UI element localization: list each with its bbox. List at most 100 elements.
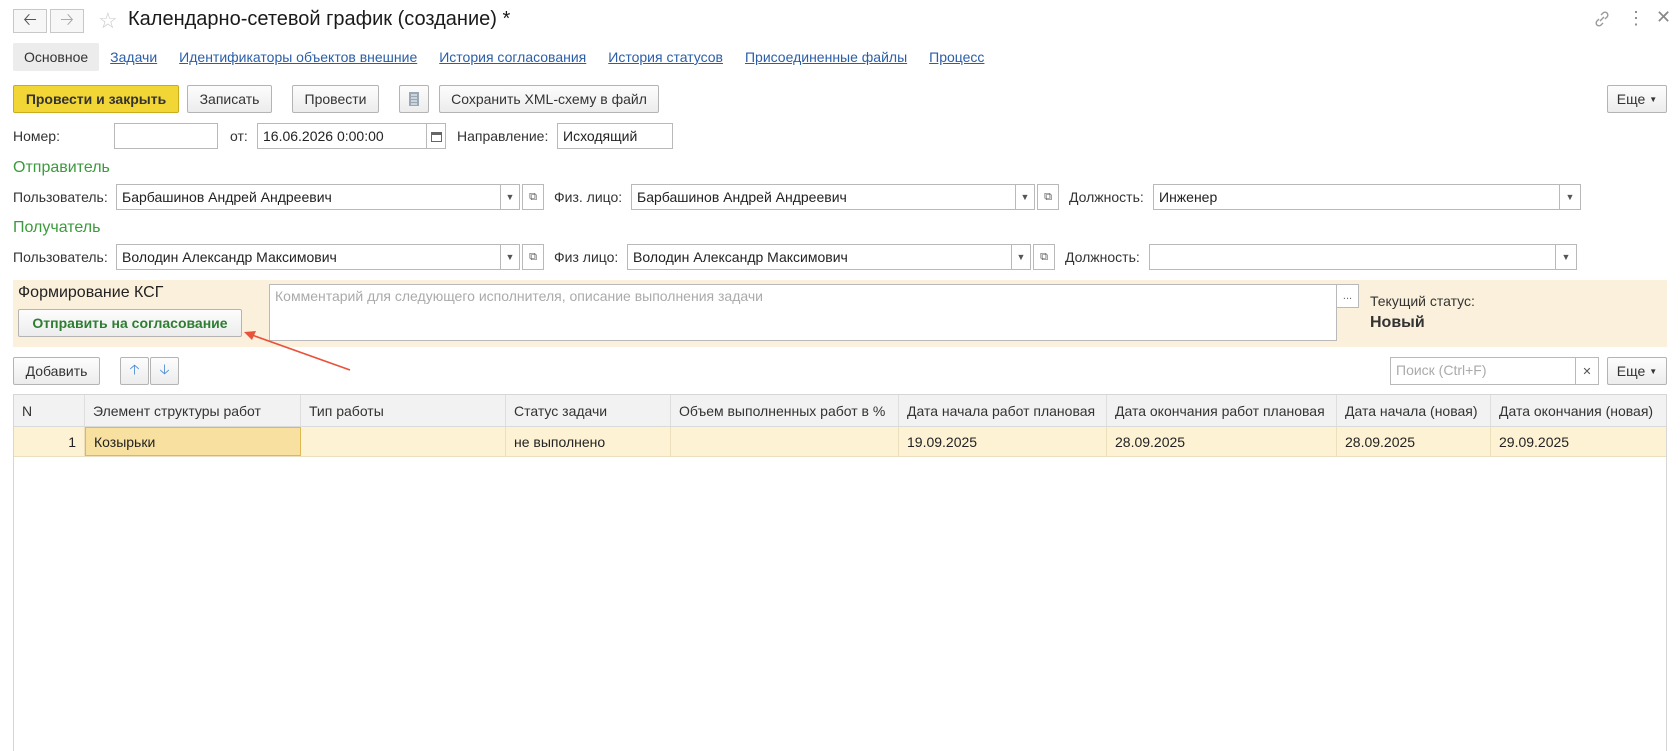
column-header[interactable]: Объем выполненных работ в % [671, 395, 899, 426]
sender-person-input[interactable]: Барбашинов Андрей Андреевич [631, 184, 1018, 210]
tab-tasks[interactable]: Задачи [99, 43, 168, 71]
report-button[interactable] [399, 85, 429, 113]
chevron-down-icon: ▼ [1020, 192, 1030, 202]
search-input[interactable]: Поиск (Ctrl+F) [1390, 357, 1576, 385]
recipient-position-dropdown[interactable]: ▼ [1555, 244, 1577, 270]
comment-expand-button[interactable]: ... [1336, 284, 1359, 308]
open-icon: ⧉ [529, 190, 537, 203]
sender-person-open[interactable]: ⧉ [1037, 184, 1059, 210]
chevron-down-icon: ▼ [1649, 366, 1658, 376]
arrow-down-icon: 🡣 [159, 361, 170, 377]
chevron-down-icon: ▼ [1016, 252, 1026, 262]
tab-bar: Основное Задачи Идентификаторы объектов … [13, 43, 995, 71]
comment-textarea[interactable]: Комментарий для следующего исполнителя, … [269, 284, 1337, 341]
work-type-cell[interactable] [301, 427, 506, 456]
open-icon: ⧉ [1044, 190, 1052, 203]
column-header[interactable]: Дата окончания (новая) [1491, 395, 1666, 426]
recipient-user-input[interactable]: Володин Александр Максимович [116, 244, 503, 270]
more-button[interactable]: Еще ▼ [1607, 85, 1667, 113]
date-input[interactable]: 16.06.2026 0:00:00 [257, 123, 427, 149]
annotation-arrow [244, 331, 351, 371]
sender-user-input[interactable]: Барбашинов Андрей Андреевич [116, 184, 503, 210]
column-header[interactable]: Дата начала (новая) [1337, 395, 1491, 426]
work-element-cell[interactable]: Козырьки [85, 427, 301, 456]
column-header[interactable]: Дата начала работ плановая [899, 395, 1107, 426]
recipient-user-open[interactable]: ⧉ [522, 244, 544, 270]
table-header: N Элемент структуры работ Тип работы Ста… [14, 395, 1666, 427]
search-clear-button[interactable]: ✕ [1575, 357, 1599, 385]
arrow-right-icon: 🡢 [60, 9, 74, 29]
planned-start-cell[interactable]: 19.09.2025 [899, 427, 1107, 456]
table-row[interactable]: 1 Козырьки не выполнено 19.09.2025 28.09… [14, 427, 1666, 457]
task-status-cell[interactable]: не выполнено [506, 427, 671, 456]
star-icon[interactable]: ☆ [98, 8, 118, 34]
move-down-button[interactable]: 🡣 [150, 357, 179, 385]
recipient-user-dropdown[interactable]: ▼ [500, 244, 520, 270]
save-xml-button[interactable]: Сохранить XML-схему в файл [439, 85, 659, 113]
more-label: Еще [1616, 91, 1646, 107]
table-more-label: Еще [1616, 363, 1646, 379]
column-header[interactable]: N [14, 395, 85, 426]
tab-status-history[interactable]: История статусов [597, 43, 734, 71]
column-header[interactable]: Дата окончания работ плановая [1107, 395, 1337, 426]
recipient-position-input[interactable] [1149, 244, 1556, 270]
sender-user-dropdown[interactable]: ▼ [500, 184, 520, 210]
sender-user-open[interactable]: ⧉ [522, 184, 544, 210]
tab-external-ids[interactable]: Идентификаторы объектов внешние [168, 43, 428, 71]
planned-end-cell[interactable]: 28.09.2025 [1107, 427, 1337, 456]
add-row-button[interactable]: Добавить [13, 357, 100, 385]
open-icon: ⧉ [529, 250, 537, 263]
column-header[interactable]: Статус задачи [506, 395, 671, 426]
back-button[interactable]: 🡠 [13, 9, 47, 33]
column-header[interactable]: Тип работы [301, 395, 506, 426]
row-number-cell[interactable]: 1 [14, 427, 85, 456]
number-label: Номер: [13, 128, 60, 144]
date-label: от: [230, 128, 248, 144]
recipient-user-label: Пользователь: [13, 249, 108, 265]
table-more-button[interactable]: Еще ▼ [1607, 357, 1667, 385]
window-title: Календарно-сетевой график (создание) * [128, 8, 511, 30]
recipient-position-label: Должность: [1065, 249, 1140, 265]
sender-section-title: Отправитель [13, 159, 110, 176]
kebab-menu-icon[interactable]: ⋮ [1627, 9, 1645, 27]
tab-approval-history[interactable]: История согласования [428, 43, 597, 71]
chevron-down-icon: ▼ [505, 192, 515, 202]
recipient-person-input[interactable]: Володин Александр Максимович [627, 244, 1014, 270]
document-list-icon [409, 92, 419, 106]
chevron-down-icon: ▼ [1561, 252, 1571, 262]
move-up-button[interactable]: 🡡 [120, 357, 149, 385]
direction-label: Направление: [457, 128, 549, 144]
number-input[interactable] [114, 123, 218, 149]
tab-attached-files[interactable]: Присоединенные файлы [734, 43, 918, 71]
sender-user-label: Пользователь: [13, 189, 108, 205]
calendar-icon [430, 131, 442, 142]
recipient-person-dropdown[interactable]: ▼ [1011, 244, 1031, 270]
link-icon[interactable] [1593, 10, 1611, 28]
close-icon[interactable]: ✕ [1656, 8, 1671, 26]
recipient-person-open[interactable]: ⧉ [1033, 244, 1055, 270]
column-header[interactable]: Элемент структуры работ [85, 395, 301, 426]
sender-position-dropdown[interactable]: ▼ [1559, 184, 1581, 210]
post-and-close-button[interactable]: Провести и закрыть [13, 85, 179, 113]
sender-position-input[interactable]: Инженер [1153, 184, 1560, 210]
progress-percent-cell[interactable] [671, 427, 899, 456]
sender-position-label: Должность: [1069, 189, 1144, 205]
send-for-approval-button[interactable]: Отправить на согласование [18, 309, 242, 337]
tab-process[interactable]: Процесс [918, 43, 995, 71]
post-button[interactable]: Провести [292, 85, 379, 113]
calendar-button[interactable] [426, 123, 446, 149]
tasks-table: N Элемент структуры работ Тип работы Ста… [13, 394, 1667, 751]
recipient-section-title: Получатель [13, 219, 101, 236]
new-end-cell[interactable]: 29.09.2025 [1491, 427, 1666, 456]
tab-main[interactable]: Основное [13, 43, 100, 71]
status-value: Новый [1370, 314, 1425, 331]
chevron-down-icon: ▼ [1649, 94, 1658, 104]
save-button[interactable]: Записать [187, 85, 272, 113]
sender-person-dropdown[interactable]: ▼ [1015, 184, 1035, 210]
forward-button[interactable]: 🡢 [50, 9, 84, 33]
ksg-title: Формирование КСГ [18, 284, 164, 301]
sender-person-label: Физ. лицо: [554, 189, 623, 205]
open-icon: ⧉ [1040, 250, 1048, 263]
new-start-cell[interactable]: 28.09.2025 [1337, 427, 1491, 456]
direction-field: Исходящий [557, 123, 673, 149]
